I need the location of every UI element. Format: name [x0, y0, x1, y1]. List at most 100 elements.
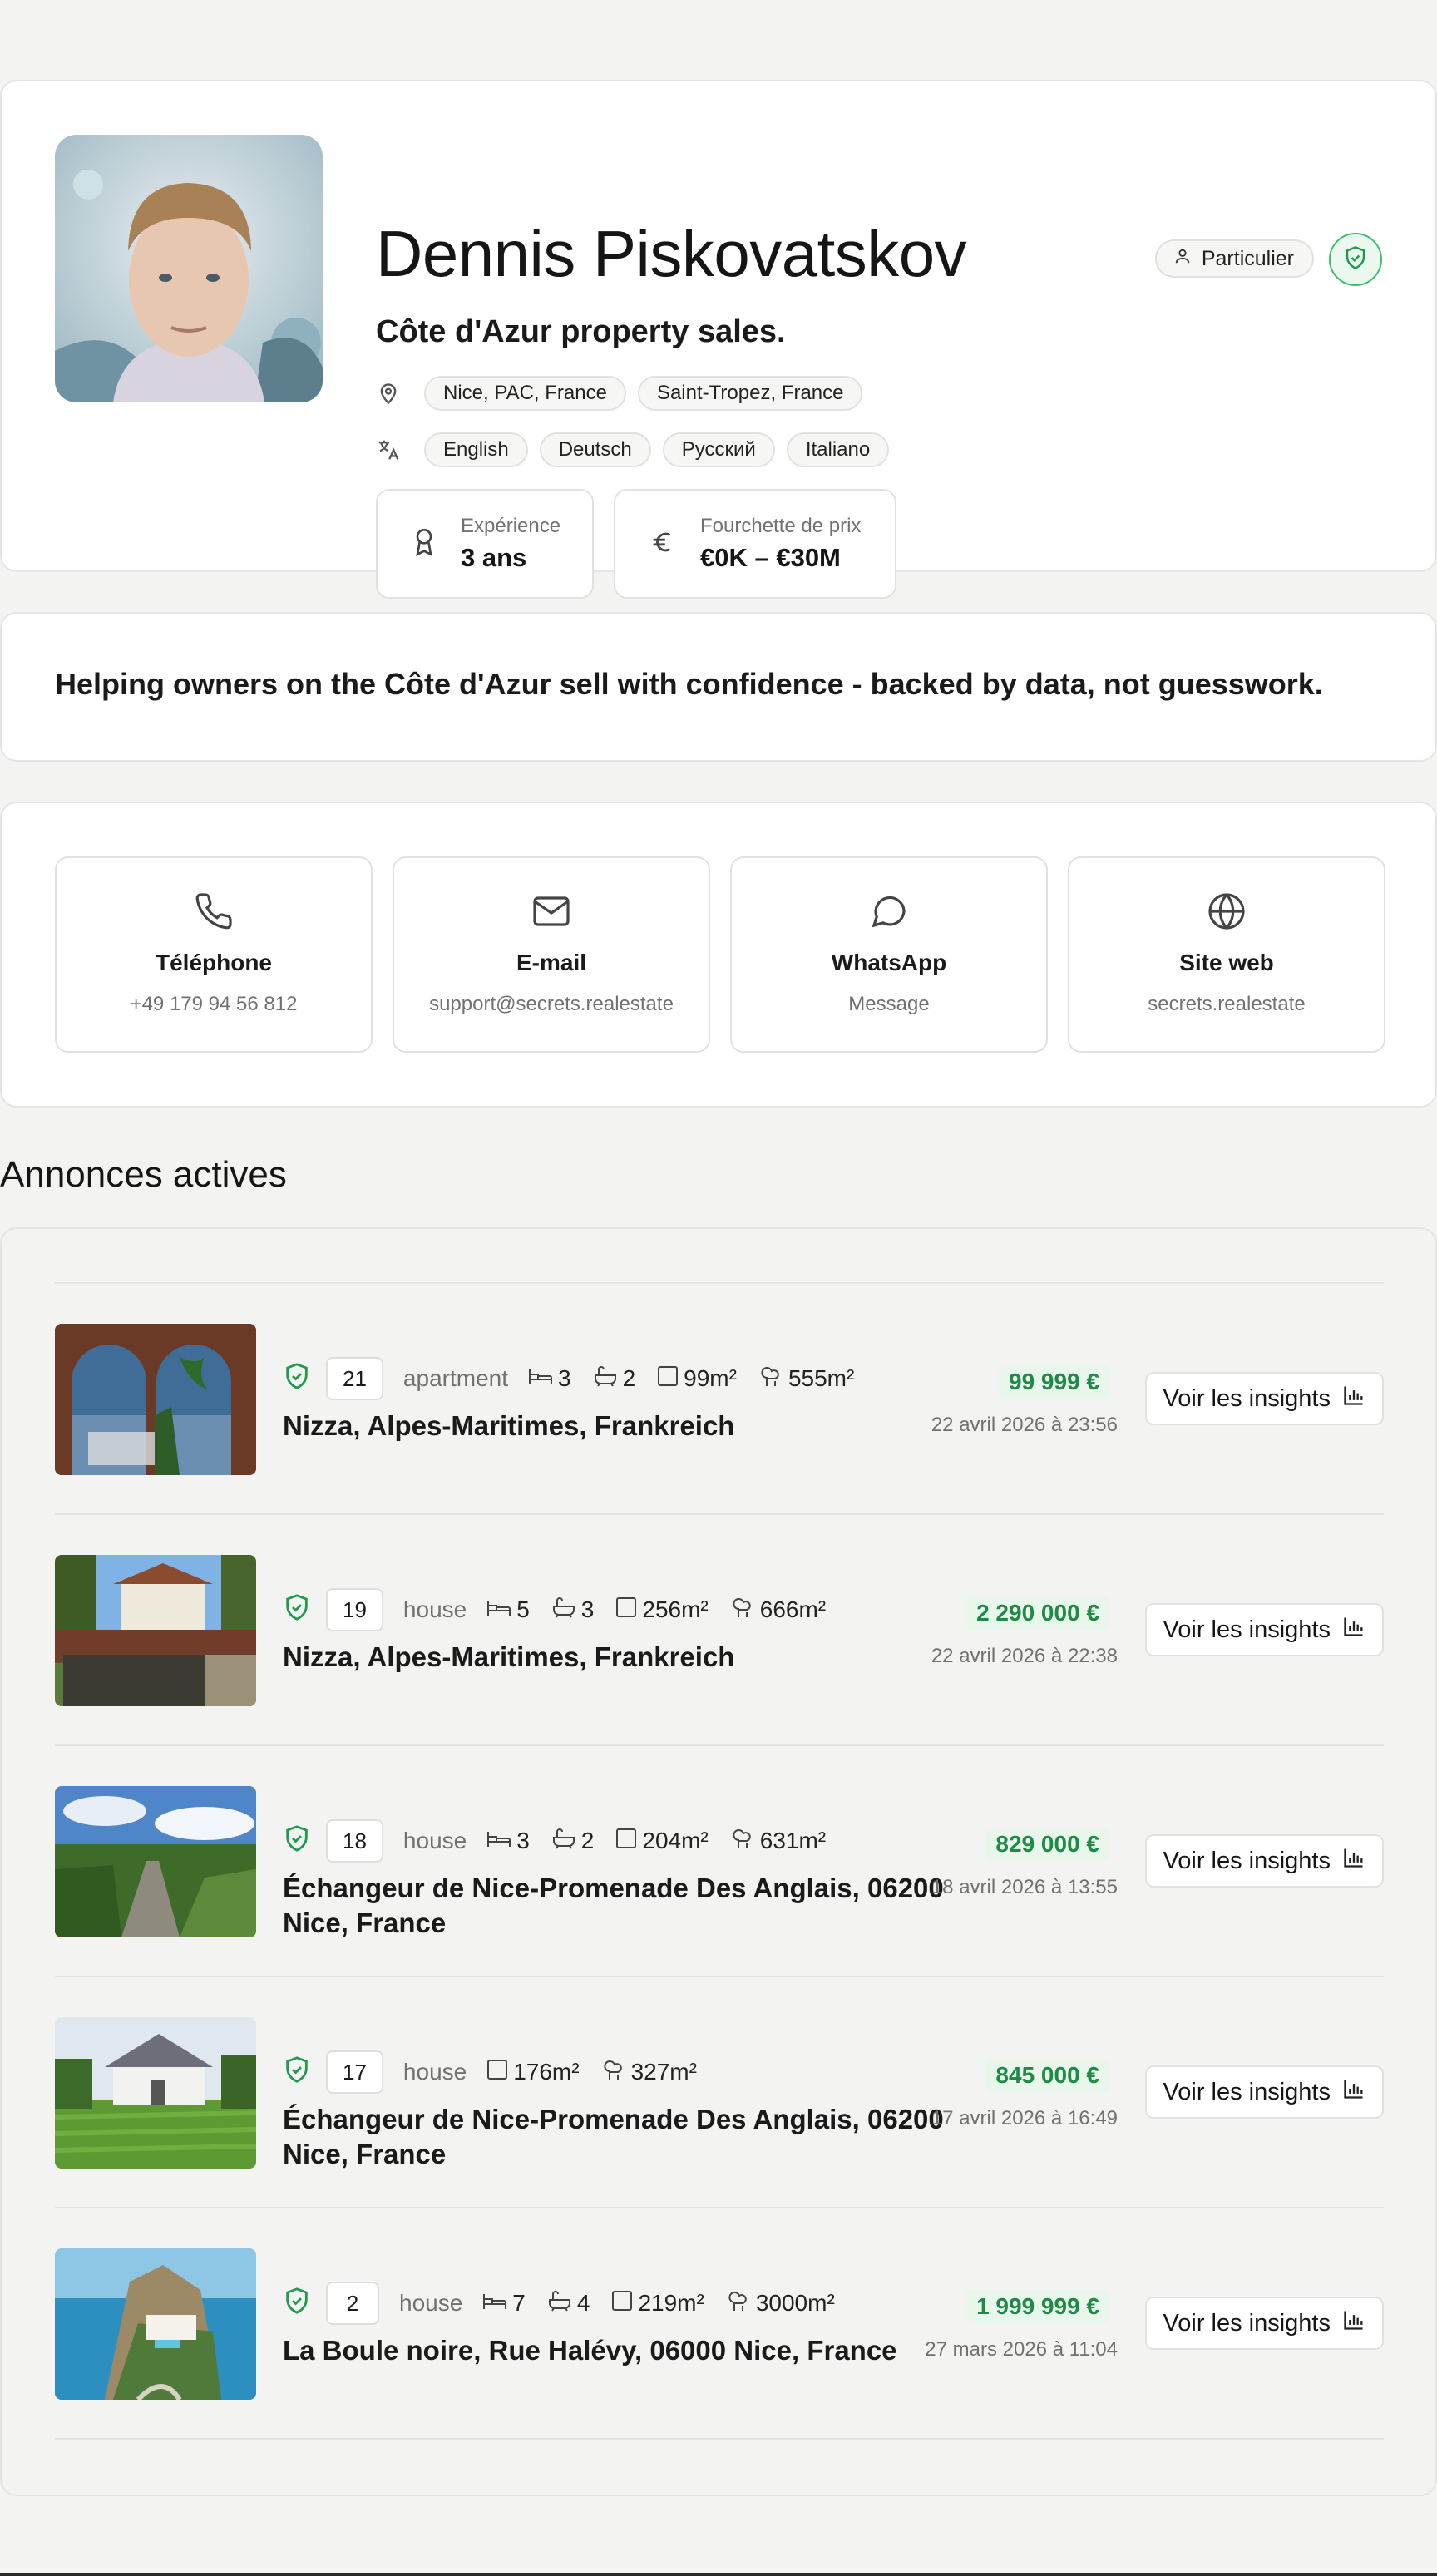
trees-icon	[730, 1827, 755, 1856]
bar-chart-icon	[1342, 2308, 1365, 2338]
living-area-value: 176m²	[513, 2059, 580, 2085]
divider	[55, 2438, 1384, 2440]
land-area: 666m²	[730, 1596, 826, 1625]
listing-row[interactable]: 2 house 7 4 219m² 3000m² La Boule noire,…	[55, 2248, 1384, 2400]
land-area-value: 555m²	[788, 1365, 855, 1391]
contact-website[interactable]: Site web secrets.realestate	[1068, 856, 1385, 1053]
bathrooms-count: 2	[580, 1828, 595, 1853]
bathrooms-count: 3	[580, 1596, 595, 1622]
globe-icon	[1069, 891, 1384, 931]
contact-whatsapp-value: Message	[848, 993, 930, 1015]
land-area: 555m²	[758, 1364, 854, 1394]
listing-photo[interactable]	[55, 1786, 256, 1937]
price-range-label: Fourchette de prix	[700, 515, 862, 537]
bath-icon	[551, 1596, 576, 1624]
living-area: 176m²	[486, 2059, 580, 2086]
bedrooms: 3	[486, 1828, 530, 1854]
property-type: house	[402, 2059, 467, 2085]
view-insights-button[interactable]: Voir les insights	[1144, 1372, 1384, 1425]
living-area: 256m²	[615, 1596, 709, 1624]
living-area: 219m²	[611, 2290, 704, 2317]
contact-phone[interactable]: Téléphone +49 179 94 56 812	[55, 856, 373, 1053]
view-insights-button[interactable]: Voir les insights	[1144, 1603, 1384, 1656]
living-area-value: 204m²	[642, 1828, 709, 1853]
bathrooms-count: 2	[622, 1365, 636, 1391]
view-insights-label: Voir les insights	[1163, 1384, 1331, 1412]
bath-icon	[547, 2290, 572, 2317]
divider	[55, 1976, 1384, 1977]
bedrooms-count: 5	[516, 1596, 530, 1622]
page-bottom-bar	[0, 2573, 1437, 2576]
listing-address[interactable]: Échangeur de Nice-Promenade Des Anglais,…	[283, 2102, 948, 2172]
land-area-value: 666m²	[759, 1596, 827, 1622]
listing-row[interactable]: 19 house 5 3 256m² 666m² Nizza, Alpes-Ma…	[55, 1555, 1384, 1706]
bath-icon	[593, 1365, 618, 1393]
listing-address[interactable]: Échangeur de Nice-Promenade Des Anglais,…	[283, 1871, 948, 1941]
land-area-value: 631m²	[759, 1828, 827, 1853]
contact-email[interactable]: E-mail support@secrets.realestate	[393, 856, 710, 1053]
about-card: Helping owners on the Côte d'Azur sell w…	[0, 612, 1437, 762]
listing-row[interactable]: 18 house 3 2 204m² 631m² Échangeur de Ni…	[55, 1786, 1384, 1938]
bar-chart-icon	[1342, 1384, 1365, 1414]
price-range-value: €0K – €30M	[700, 543, 841, 572]
square-icon	[611, 2290, 633, 2317]
profile-card: Dennis Piskovatskov Particulier Côte d'A…	[0, 80, 1437, 599]
about-text: Helping owners on the Côte d'Azur sell w…	[55, 667, 1323, 701]
bedrooms-count: 3	[558, 1365, 571, 1391]
contact-email-title: E-mail	[516, 950, 587, 975]
listing-number: 21	[326, 1357, 383, 1400]
bathrooms: 3	[551, 1596, 595, 1624]
listing-date: 17 avril 2026 à 16:49	[931, 2107, 1118, 2129]
bathrooms: 2	[593, 1365, 636, 1393]
language-chip: Italiano	[786, 432, 890, 467]
listing-photo[interactable]	[55, 1324, 256, 1475]
listing-meta: 2 house 7 4 219m² 3000m²	[283, 2282, 848, 2325]
contact-whatsapp[interactable]: WhatsApp Message	[730, 856, 1048, 1053]
square-icon	[615, 1596, 637, 1624]
shield-check-icon	[283, 1824, 311, 1858]
contact-phone-value: +49 179 94 56 812	[130, 993, 298, 1015]
listing-meta: 21 apartment 3 2 99m² 555m²	[283, 1357, 867, 1400]
bed-icon	[528, 1365, 553, 1392]
listings-panel: 21 apartment 3 2 99m² 555m² Nizza, Alpes…	[0, 1227, 1437, 2496]
living-area: 99m²	[657, 1365, 737, 1393]
trees-icon	[726, 2289, 751, 2318]
divider	[55, 1744, 1384, 1746]
listing-number: 17	[326, 2050, 383, 2094]
bedrooms-count: 3	[516, 1828, 530, 1853]
listing-address[interactable]: Nizza, Alpes-Maritimes, Frankreich	[283, 1640, 948, 1675]
bedrooms: 7	[482, 2290, 526, 2317]
listing-photo[interactable]	[55, 2017, 256, 2169]
listing-number: 18	[326, 1819, 383, 1863]
language-chip: Deutsch	[539, 432, 651, 467]
role-badge-label: Particulier	[1201, 246, 1294, 270]
view-insights-label: Voir les insights	[1163, 2309, 1331, 2337]
bar-chart-icon	[1342, 1615, 1365, 1645]
listing-row[interactable]: 21 apartment 3 2 99m² 555m² Nizza, Alpes…	[55, 1324, 1384, 1475]
view-insights-button[interactable]: Voir les insights	[1144, 2297, 1384, 2350]
listing-row[interactable]: 17 house 176m² 327m² Échangeur de Nice-P…	[55, 2017, 1384, 2169]
listing-price: 829 000 €	[985, 1828, 1109, 1861]
listings-heading: Annonces actives	[0, 1154, 287, 1195]
land-area: 3000m²	[726, 2289, 835, 2318]
phone-icon	[57, 891, 371, 931]
listing-address[interactable]: La Boule noire, Rue Halévy, 06000 Nice, …	[283, 2333, 948, 2368]
price-range-stat: Fourchette de prix €0K – €30M	[614, 489, 896, 599]
view-insights-button[interactable]: Voir les insights	[1144, 1834, 1384, 1888]
contact-card: Téléphone +49 179 94 56 812 E-mail suppo…	[0, 802, 1437, 1108]
contact-website-title: Site web	[1179, 950, 1274, 975]
view-insights-label: Voir les insights	[1163, 2078, 1331, 2105]
listing-photo[interactable]	[55, 1555, 256, 1706]
listing-date: 22 avril 2026 à 23:56	[931, 1414, 1118, 1436]
language-chip: English	[424, 432, 528, 467]
living-area-value: 99m²	[684, 1365, 737, 1391]
shield-check-icon	[283, 2055, 311, 2090]
shield-check-icon	[283, 1593, 311, 1627]
listing-date: 22 avril 2026 à 22:38	[931, 1645, 1118, 1667]
land-area: 327m²	[601, 2058, 697, 2087]
listing-address[interactable]: Nizza, Alpes-Maritimes, Frankreich	[283, 1409, 948, 1443]
listing-photo[interactable]	[55, 2248, 256, 2400]
view-insights-button[interactable]: Voir les insights	[1144, 2065, 1384, 2119]
location-chip: Saint-Tropez, France	[637, 376, 863, 411]
listing-date: 18 avril 2026 à 13:55	[931, 1876, 1118, 1898]
